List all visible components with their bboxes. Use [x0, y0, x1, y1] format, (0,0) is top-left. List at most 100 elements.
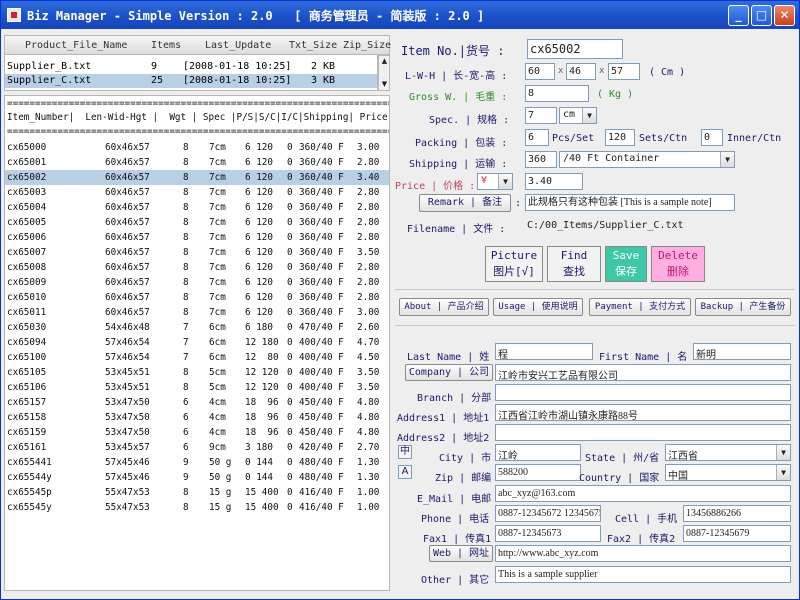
table-row[interactable]: cx65545p 55x47x53 8 15 g 15 400 0 416/40 F 1.00 [5, 485, 389, 500]
table-row[interactable]: cx65001 60x46x57 8 7cm 6 120 0 360/40 F 2.80 [5, 155, 389, 170]
picture-button[interactable]: Picture 图片[√] [485, 246, 543, 282]
table-row[interactable]: cx65545y 55x47x53 8 15 g 15 400 0 416/40 F 1.00 [5, 500, 389, 515]
table-row[interactable]: cx65157 53x47x50 6 4cm 18 96 0 450/40 F 4.80 [5, 395, 389, 410]
table-row[interactable]: cx65094 57x46x54 7 6cm 12 180 0 400/40 F 4.70 [5, 335, 389, 350]
about-button[interactable]: About | 产品介绍 [399, 298, 489, 316]
table-row[interactable]: cx65159 53x47x50 6 4cm 18 96 0 450/40 F 4.80 [5, 425, 389, 440]
col-header-file-name[interactable]: Product_File_Name [25, 40, 127, 51]
shipping-qty-field[interactable]: 360 [525, 151, 557, 168]
fax2-field[interactable]: 0887-12345679 [683, 525, 791, 542]
table-row[interactable]: cx65100 57x46x54 7 6cm 12 80 0 400/40 F 4.50 [5, 350, 389, 365]
table-row[interactable]: cx65105 53x45x51 8 5cm 12 120 0 400/40 F 3.50 [5, 365, 389, 380]
table-row[interactable]: cx65009 60x46x57 8 7cm 6 120 0 360/40 F 2.80 [5, 275, 389, 290]
address2-field[interactable] [495, 424, 791, 441]
web-field[interactable]: http://www.abc_xyz.com [495, 545, 791, 562]
gross-weight-field[interactable]: 8 [525, 85, 589, 102]
state-select[interactable]: 江西省 ▼ [665, 444, 791, 461]
table-row[interactable]: cx65158 53x47x50 6 4cm 18 96 0 450/40 F 4.80 [5, 410, 389, 425]
branch-field[interactable] [495, 384, 791, 401]
item-weight: 8 [183, 262, 189, 273]
item-number: cx65010 [7, 292, 47, 303]
country-select[interactable]: 中国 ▼ [665, 464, 791, 481]
item-packing: 15 400 [245, 487, 279, 498]
width-field[interactable]: 46 [566, 63, 596, 80]
minimize-button[interactable]: _ [728, 5, 749, 26]
find-button[interactable]: Find 查找 [547, 246, 601, 282]
table-row[interactable]: cx65106 53x45x51 8 5cm 12 120 0 400/40 F 3.50 [5, 380, 389, 395]
price-field[interactable]: 3.40 [525, 173, 583, 190]
chevron-down-icon[interactable]: ▼ [720, 152, 734, 167]
city-field[interactable]: 江岭 [495, 444, 581, 461]
table-row[interactable]: cx65005 60x46x57 8 7cm 6 120 0 360/40 F 2.80 [5, 215, 389, 230]
inner-per-ctn-field[interactable]: 0 [701, 129, 723, 146]
first-name-field[interactable]: 新明 [693, 343, 791, 360]
spec-unit-value: cm [563, 109, 576, 120]
file-row[interactable]: Supplier_B.txt 9 [2008-01-18 10:25] 2 KB [5, 60, 377, 74]
table-row[interactable]: cx65002 60x46x57 8 7cm 6 120 0 360/40 F 3.40 [5, 170, 389, 185]
scroll-down-icon[interactable]: ▼ [380, 80, 389, 89]
item-spec: 7cm [209, 232, 226, 243]
chevron-down-icon[interactable]: ▼ [776, 465, 790, 480]
col-header-items[interactable]: Items [151, 40, 181, 51]
company-field[interactable]: 江岭市安兴工艺品有限公司 [495, 364, 791, 381]
fax1-field[interactable]: 0887-12345673 [495, 525, 601, 542]
other-field[interactable]: This is a sample supplier [495, 566, 791, 583]
maximize-button[interactable]: □ [751, 5, 772, 26]
shipping-container-select[interactable]: /40 Ft Container ▼ [559, 151, 735, 168]
col-header-txt-size[interactable]: Txt_Size [289, 40, 337, 51]
table-row[interactable]: cx65000 60x46x57 8 7cm 6 120 0 360/40 F 3.00 [5, 140, 389, 155]
item-dims: 57x46x54 [105, 352, 150, 363]
email-field[interactable]: abc_xyz@163.com [495, 485, 791, 502]
sets-per-ctn-field[interactable]: 120 [605, 129, 635, 146]
height-field[interactable]: 57 [608, 63, 640, 80]
scroll-up-icon[interactable]: ▲ [380, 57, 389, 66]
payment-button[interactable]: Payment | 支付方式 [589, 298, 691, 316]
col-header-last-update[interactable]: Last_Update [205, 40, 271, 51]
table-row[interactable]: cx65011 60x46x57 8 7cm 6 120 0 360/40 F 3.00 [5, 305, 389, 320]
english-input-toggle[interactable]: A [398, 465, 412, 479]
remark-button[interactable]: Remark | 备注 [419, 194, 511, 212]
company-button[interactable]: Company | 公司 [405, 364, 493, 381]
table-row[interactable]: cx655441 57x45x46 9 50 g 0 144 0 480/40 F 1.30 [5, 455, 389, 470]
phone-field[interactable]: 0887-12345672 12345675 [495, 505, 601, 522]
table-row[interactable]: cx65008 60x46x57 8 7cm 6 120 0 360/40 F 2.80 [5, 260, 389, 275]
table-row[interactable]: cx65004 60x46x57 8 7cm 6 120 0 360/40 F 2.80 [5, 200, 389, 215]
table-row[interactable]: cx65003 60x46x57 8 7cm 6 120 0 360/40 F 2.80 [5, 185, 389, 200]
usage-button[interactable]: Usage | 使用说明 [493, 298, 583, 316]
save-button[interactable]: Save 保存 [605, 246, 647, 282]
table-row[interactable]: cx65544y 57x45x46 9 50 g 0 144 0 480/40 F 1.30 [5, 470, 389, 485]
table-row[interactable]: cx65030 54x46x48 7 6cm 6 180 0 470/40 F 2.60 [5, 320, 389, 335]
col-header-zip-size[interactable]: Zip_Size [343, 40, 391, 51]
chevron-down-icon[interactable]: ▼ [776, 445, 790, 460]
zip-field[interactable]: 588200 [495, 464, 581, 481]
address1-field[interactable]: 江西省江岭市湖山镇永康路88号 [495, 404, 791, 421]
spec-unit-select[interactable]: cm ▼ [559, 107, 597, 124]
table-row[interactable]: cx65010 60x46x57 8 7cm 6 120 0 360/40 F 2.80 [5, 290, 389, 305]
chevron-down-icon[interactable]: ▼ [582, 108, 596, 123]
backup-button[interactable]: Backup | 产生备份 [695, 298, 791, 316]
file-row[interactable]: Supplier_C.txt 25 [2008-01-18 10:25] 3 KB [5, 74, 377, 88]
file-list-scrollbar[interactable]: ▲ ▼ [378, 55, 390, 91]
item-spec: 7cm [209, 292, 226, 303]
table-row[interactable]: cx65006 60x46x57 8 7cm 6 120 0 360/40 F 2.80 [5, 230, 389, 245]
web-button[interactable]: Web | 网址 [429, 545, 493, 562]
address1-label: Address1 | 地址1 [397, 413, 490, 424]
item-number: cx65094 [7, 337, 47, 348]
spec-field[interactable]: 7 [525, 107, 557, 124]
remark-field[interactable]: 此规格只有这种包装 [This is a sample note] [525, 194, 735, 211]
title-bar[interactable]: Biz Manager - Simple Version : 2.0 [ 商务管… [1, 1, 799, 29]
delete-button[interactable]: Delete 删除 [651, 246, 705, 282]
chevron-down-icon[interactable]: ▼ [498, 174, 512, 189]
pcs-per-set-field[interactable]: 6 [525, 129, 549, 146]
chinese-input-toggle[interactable]: 中 [398, 445, 412, 459]
item-number: cx65005 [7, 217, 47, 228]
currency-select[interactable]: ¥ ▼ [477, 173, 513, 190]
item-no-field[interactable]: cx65002 [527, 39, 623, 59]
last-name-field[interactable]: 程 [495, 343, 593, 360]
item-list[interactable]: ========================================… [4, 95, 390, 591]
close-button[interactable]: ✕ [774, 5, 795, 26]
table-row[interactable]: cx65007 60x46x57 8 7cm 6 120 0 360/40 F 3.50 [5, 245, 389, 260]
table-row[interactable]: cx65161 53x45x57 6 9cm 3 180 0 420/40 F 2.70 [5, 440, 389, 455]
length-field[interactable]: 60 [525, 63, 555, 80]
cell-field[interactable]: 13456886266 [683, 505, 791, 522]
